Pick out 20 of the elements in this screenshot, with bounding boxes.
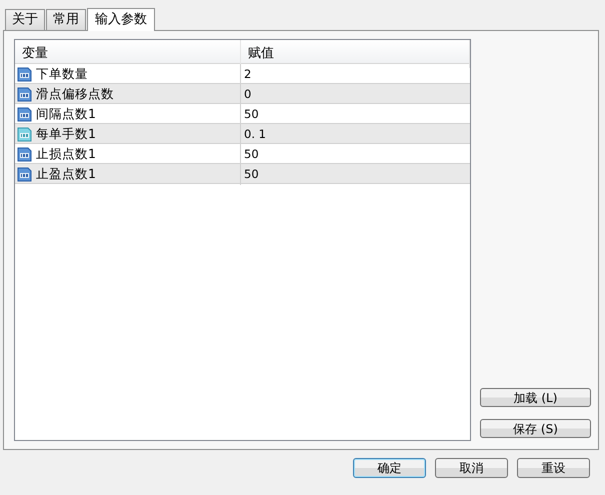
parameter-name: 每单手数1 xyxy=(36,125,96,144)
parameter-name: 下单数量 xyxy=(36,65,88,84)
parameter-name: 止盈点数1 xyxy=(36,165,96,184)
dialog-button[interactable]: 取消 xyxy=(435,458,508,478)
dialog-button[interactable]: 重设 xyxy=(517,458,590,478)
parameter-name: 止损点数1 xyxy=(36,145,96,164)
tab[interactable]: 常用 xyxy=(46,9,86,30)
parameter-value-cell[interactable]: 50 xyxy=(241,164,470,186)
side-button[interactable]: 保存 (S) xyxy=(480,419,591,438)
tab[interactable]: 关于 xyxy=(5,9,45,30)
parameter-name: 间隔点数1 xyxy=(36,105,96,124)
parameter-value-cell[interactable]: 50 xyxy=(241,144,470,166)
column-header[interactable]: 赋值 xyxy=(241,40,470,68)
side-button[interactable]: 加载 (L) xyxy=(480,388,591,407)
parameter-value-cell[interactable]: 0 xyxy=(241,84,470,106)
tab[interactable]: 输入参数 xyxy=(87,8,155,31)
parameter-value-cell[interactable]: 0. 1 xyxy=(241,124,470,146)
dialog-button[interactable]: 确定 xyxy=(353,458,426,478)
parameter-name: 滑点偏移点数 xyxy=(36,85,114,104)
parameter-value-cell[interactable]: 50 xyxy=(241,104,470,126)
